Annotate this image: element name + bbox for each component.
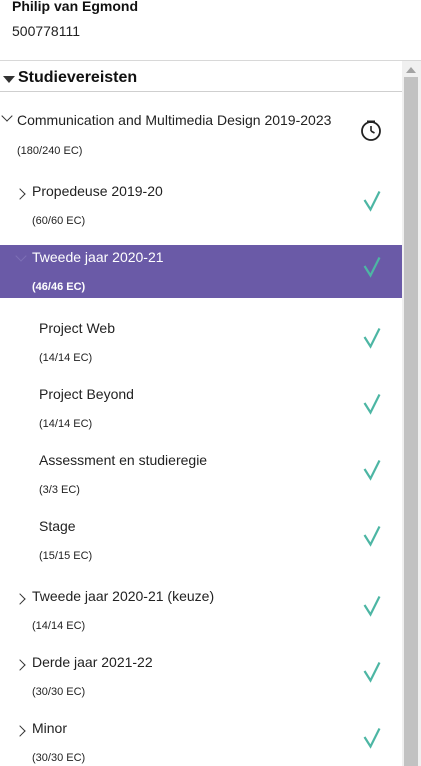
item-ec: (46/46 EC) <box>32 281 86 293</box>
check-icon <box>363 191 381 212</box>
item-ec: (30/30 EC) <box>32 686 86 698</box>
program-ec: (180/240 EC) <box>17 145 83 157</box>
item-title: Project Web <box>39 320 115 336</box>
check-icon <box>363 460 381 481</box>
item-ec: (14/14 EC) <box>32 620 86 632</box>
check-icon <box>363 328 381 349</box>
item-title: Stage <box>39 518 76 534</box>
item-ec: (30/30 EC) <box>32 752 86 764</box>
check-icon <box>363 394 381 415</box>
item-title: Assessment en studieregie <box>39 452 208 468</box>
chevron-down-icon[interactable] <box>15 250 27 262</box>
chevron-right-icon[interactable] <box>14 659 26 671</box>
program-title: Communication and Multimedia Design 2019… <box>17 112 332 128</box>
tree-row-tweede-jaar-selected[interactable]: Tweede jaar 2020-21 (46/46 EC) <box>0 245 402 298</box>
item-ec: (3/3 EC) <box>39 484 80 496</box>
item-ec: (15/15 EC) <box>39 550 93 562</box>
item-ec: (14/14 EC) <box>39 352 93 364</box>
student-number: 500778111 <box>12 23 80 39</box>
tree-row-tweede-jaar-keuze[interactable]: Tweede jaar 2020-21 (keuze) (14/14 EC) <box>0 581 402 641</box>
chevron-down-icon[interactable] <box>1 110 13 122</box>
vertical-scrollbar[interactable] <box>402 61 421 766</box>
tree-row-propedeuse[interactable]: Propedeuse 2019-20 (60/60 EC) <box>0 176 402 236</box>
tree-row-derde-jaar[interactable]: Derde jaar 2021-22 (30/30 EC) <box>0 647 402 707</box>
tree-row-project-web[interactable]: Project Web (14/14 EC) <box>0 312 402 372</box>
chevron-right-icon[interactable] <box>14 725 26 737</box>
check-icon <box>363 257 381 278</box>
check-icon <box>363 526 381 547</box>
tree-row-program[interactable]: Communication and Multimedia Design 2019… <box>0 104 402 166</box>
tree-row-minor[interactable]: Minor (30/30 EC) <box>0 713 402 766</box>
item-title: Project Beyond <box>39 386 134 402</box>
clock-icon <box>361 120 381 141</box>
section-divider <box>0 91 402 92</box>
item-title: Tweede jaar 2020-21 <box>32 249 164 265</box>
section-title: Studievereisten <box>18 69 138 86</box>
tree-row-assessment[interactable]: Assessment en studieregie (3/3 EC) <box>0 444 402 504</box>
user-header: Philip van Egmond 500778111 <box>0 0 421 60</box>
scrollbar-thumb[interactable] <box>404 77 418 766</box>
check-icon <box>363 728 381 749</box>
item-title: Derde jaar 2021-22 <box>32 654 153 670</box>
caret-down-icon <box>3 76 15 83</box>
item-ec: (60/60 EC) <box>32 215 86 227</box>
tree-row-project-beyond[interactable]: Project Beyond (14/14 EC) <box>0 378 402 438</box>
divider <box>0 60 421 61</box>
item-ec: (14/14 EC) <box>39 418 93 430</box>
check-icon <box>363 662 381 683</box>
item-title: Minor <box>32 720 68 736</box>
tree-row-stage[interactable]: Stage (15/15 EC) <box>0 510 402 570</box>
item-title: Propedeuse 2019-20 <box>32 183 163 199</box>
item-title: Tweede jaar 2020-21 (keuze) <box>32 588 215 604</box>
chevron-right-icon[interactable] <box>14 593 26 605</box>
chevron-right-icon[interactable] <box>14 188 26 200</box>
user-name: Philip van Egmond <box>12 0 139 14</box>
scroll-up-arrow-icon[interactable] <box>406 67 416 73</box>
section-header-studievereisten[interactable]: Studievereisten <box>0 64 402 92</box>
check-icon <box>363 596 381 617</box>
